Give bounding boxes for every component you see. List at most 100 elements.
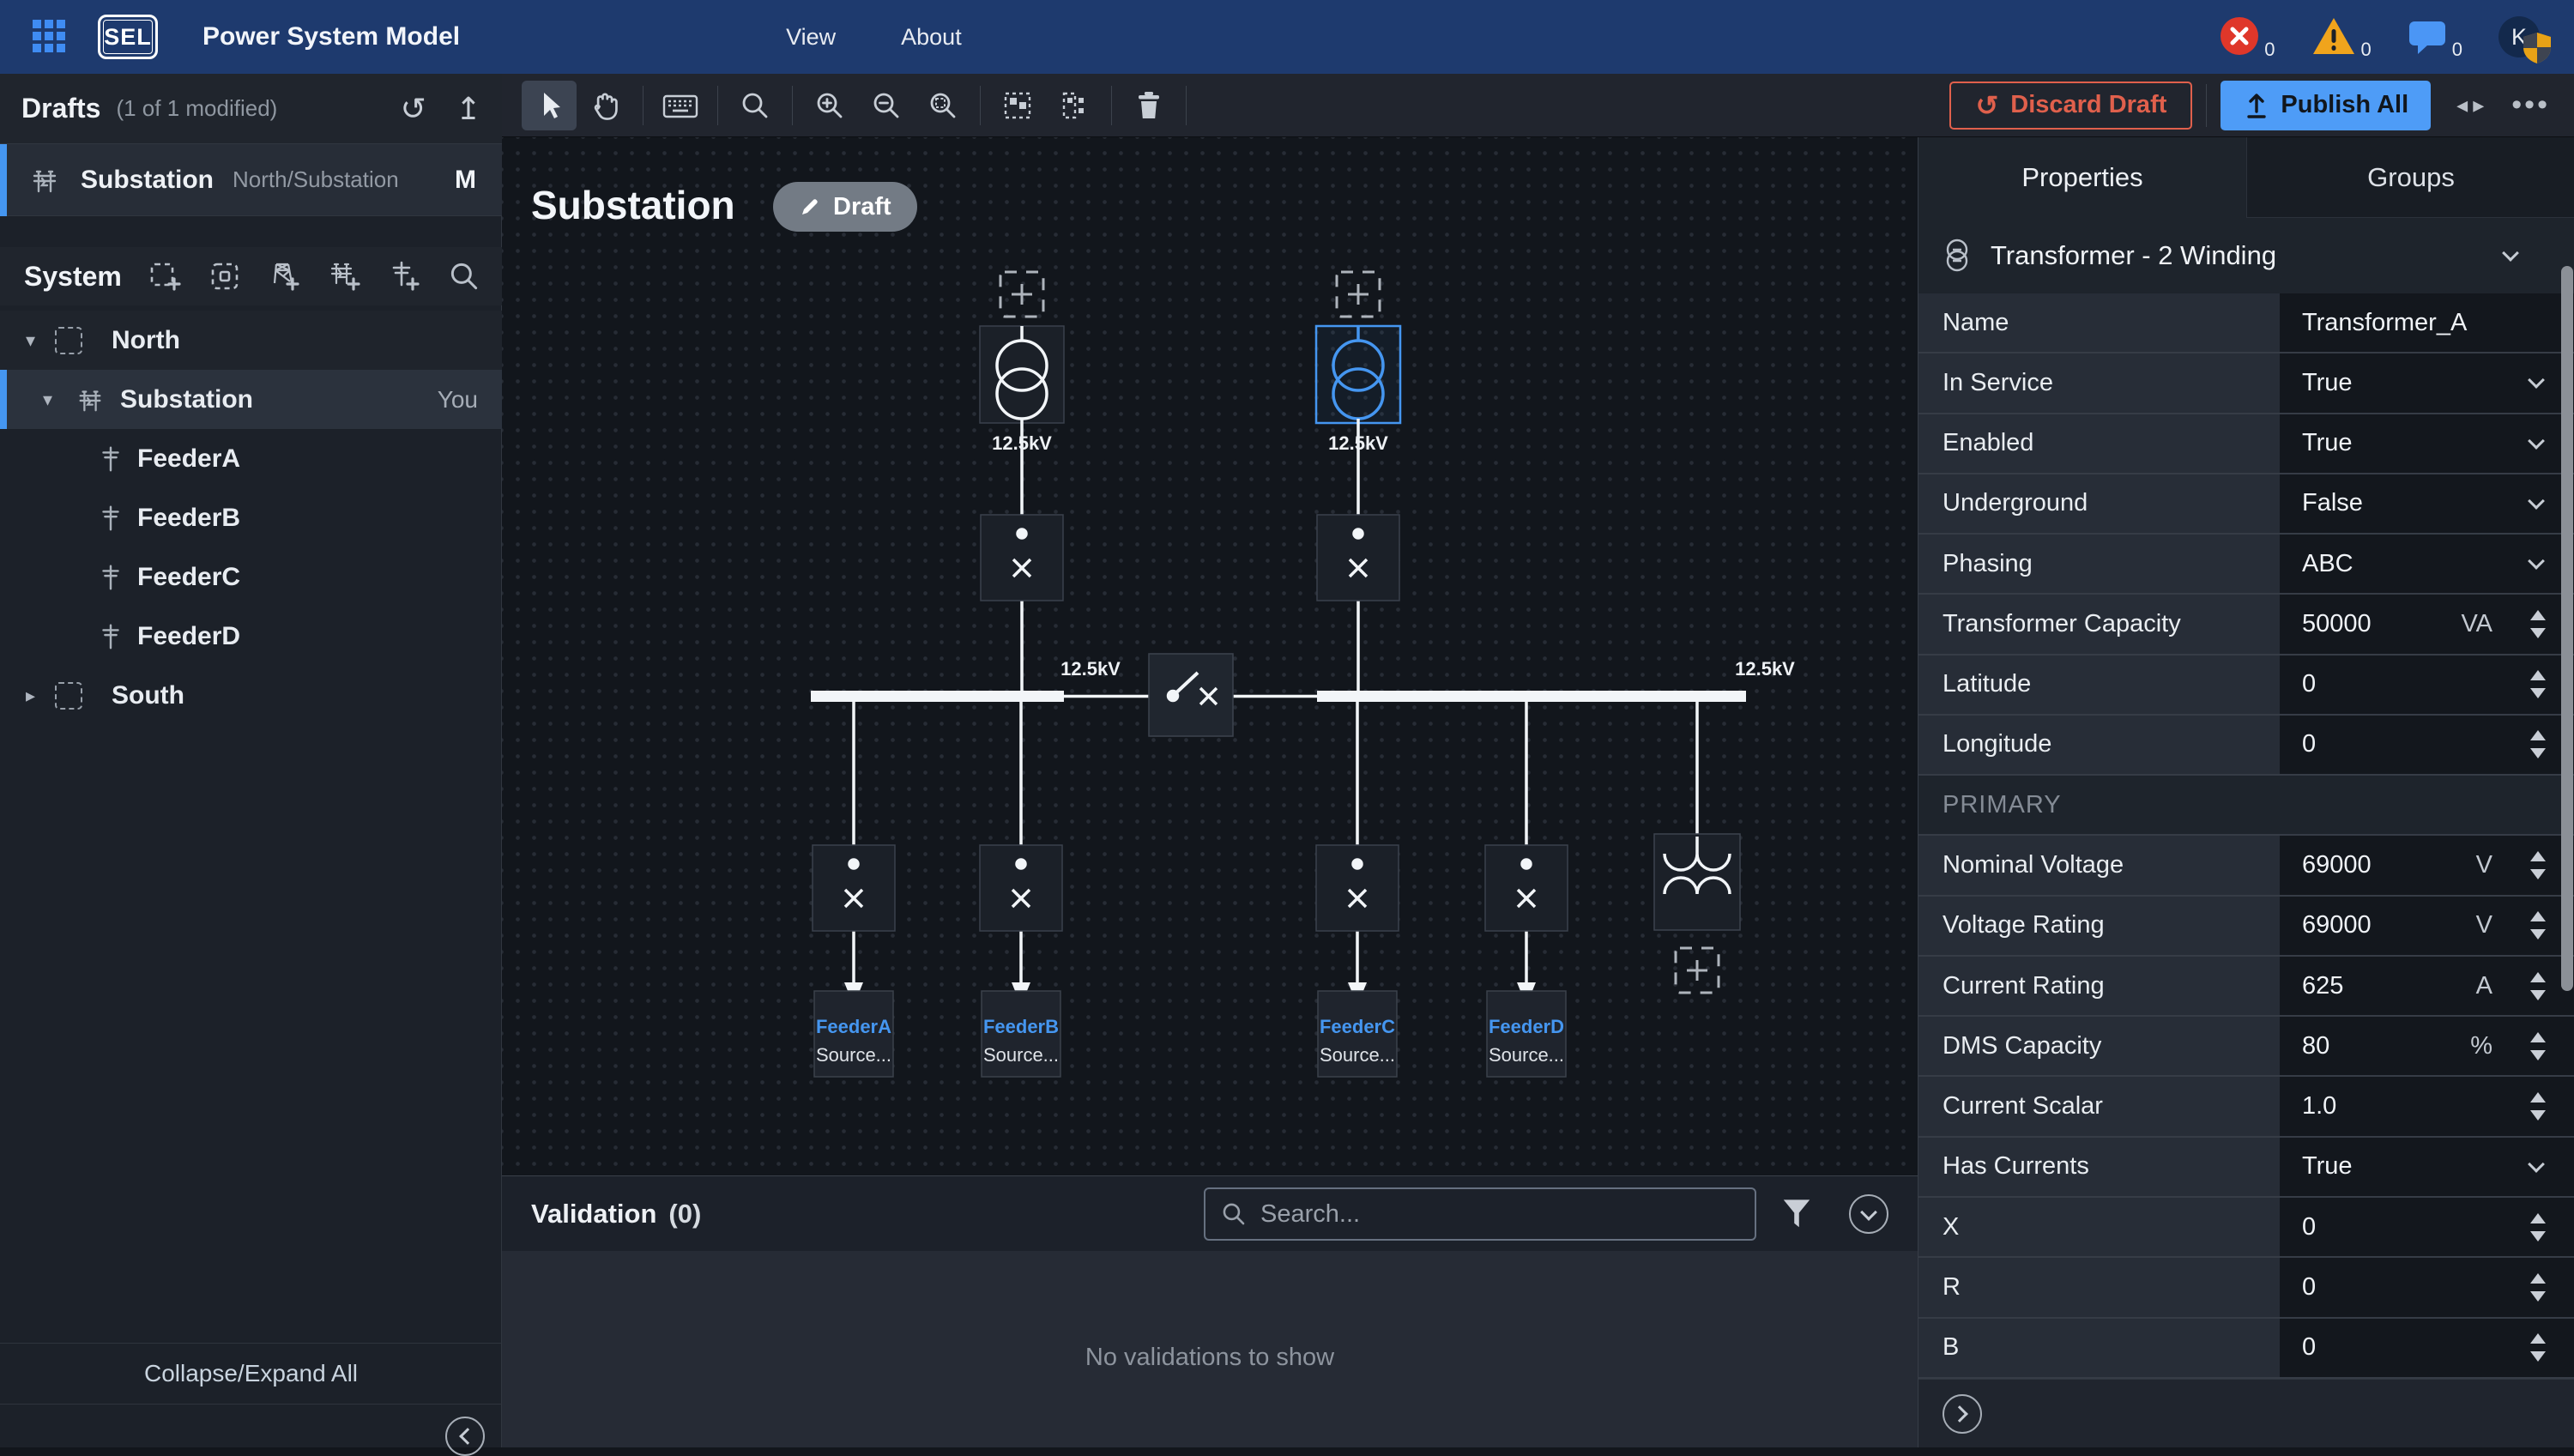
app-launcher-icon[interactable] xyxy=(33,20,67,54)
spinner-up-icon[interactable] xyxy=(2530,1032,2546,1042)
caret-right-icon[interactable]: ▸ xyxy=(26,685,35,707)
feeder-c-label[interactable]: FeederC xyxy=(1320,1016,1395,1037)
add-region-button[interactable] xyxy=(146,257,184,295)
property-value[interactable]: 50000 xyxy=(2302,610,2372,638)
zoom-fit-button[interactable] xyxy=(915,81,970,130)
feeder-terminals[interactable] xyxy=(814,991,1566,1077)
avatar[interactable]: K xyxy=(2498,16,2540,57)
caret-down-icon[interactable]: ▾ xyxy=(43,389,52,411)
property-value[interactable]: 1.0 xyxy=(2302,1092,2336,1121)
value-spinner[interactable] xyxy=(2530,610,2546,638)
spinner-up-icon[interactable] xyxy=(2530,972,2546,982)
spinner-down-icon[interactable] xyxy=(2530,748,2546,758)
property-value[interactable]: 80 xyxy=(2302,1032,2329,1060)
property-value[interactable]: True xyxy=(2302,369,2353,397)
property-value-field[interactable]: ABC xyxy=(2280,535,2574,595)
value-spinner[interactable] xyxy=(2530,1273,2546,1302)
value-spinner[interactable] xyxy=(2530,1032,2546,1060)
errors-button[interactable]: 0 xyxy=(2220,16,2275,56)
undo-all-icon[interactable]: ↺ xyxy=(401,91,426,127)
switch-transformer-b[interactable] xyxy=(1317,515,1399,601)
spinner-down-icon[interactable] xyxy=(2530,628,2546,638)
property-value[interactable]: True xyxy=(2302,1152,2353,1181)
collapse-validation-button[interactable] xyxy=(1849,1194,1888,1234)
spinner-down-icon[interactable] xyxy=(2530,688,2546,698)
tree-item-north[interactable]: ▾North xyxy=(0,311,502,370)
property-value-field[interactable]: 80% xyxy=(2280,1017,2574,1077)
collapse-sidebar-button[interactable] xyxy=(445,1417,485,1456)
collapse-expand-all-button[interactable]: Collapse/Expand All xyxy=(0,1343,502,1405)
search-tool-button[interactable] xyxy=(728,81,782,130)
tab-groups[interactable]: Groups xyxy=(2246,137,2574,218)
discard-draft-button[interactable]: ↺ Discard Draft xyxy=(1949,82,2192,130)
value-spinner[interactable] xyxy=(2530,972,2546,1000)
diagram-canvas[interactable]: Substation Draft xyxy=(502,137,1918,1175)
property-value[interactable]: 625 xyxy=(2302,972,2343,1000)
validation-search-box[interactable] xyxy=(1204,1187,1756,1241)
property-value-field[interactable]: 0 xyxy=(2280,716,2574,776)
publish-all-button[interactable]: Publish All xyxy=(2221,81,2431,130)
property-value-field[interactable]: 625A xyxy=(2280,957,2574,1017)
tree-item-south[interactable]: ▸South xyxy=(0,666,502,725)
tree-item-feederc[interactable]: FeederC xyxy=(0,547,502,607)
add-substation-button[interactable] xyxy=(326,257,364,295)
dropdown-chevron-icon[interactable] xyxy=(2528,492,2545,510)
property-value[interactable]: 69000 xyxy=(2302,851,2372,879)
tree-search-button[interactable] xyxy=(446,258,482,294)
feeder-switches[interactable] xyxy=(813,845,1568,931)
spinner-down-icon[interactable] xyxy=(2530,1231,2546,1242)
spinner-down-icon[interactable] xyxy=(2530,1351,2546,1362)
bus-right[interactable] xyxy=(1317,691,1746,702)
tab-properties[interactable]: Properties xyxy=(1918,137,2246,218)
zoom-in-button[interactable] xyxy=(802,81,857,130)
spinner-up-icon[interactable] xyxy=(2530,851,2546,861)
messages-button[interactable]: 0 xyxy=(2408,16,2462,56)
value-spinner[interactable] xyxy=(2530,1333,2546,1362)
tree-item-feedera[interactable]: FeederA xyxy=(0,429,502,488)
spinner-up-icon[interactable] xyxy=(2530,610,2546,620)
draft-item-substation[interactable]: Substation North/Substation M xyxy=(0,144,502,216)
property-value[interactable]: 0 xyxy=(2302,1213,2316,1242)
add-transmission-button[interactable] xyxy=(266,257,304,295)
spinner-down-icon[interactable] xyxy=(2530,929,2546,939)
tree-item-feederb[interactable]: FeederB xyxy=(0,488,502,547)
value-spinner[interactable] xyxy=(2530,1213,2546,1242)
fit-view-button[interactable] xyxy=(990,81,1045,130)
draft-nav-arrows[interactable]: ◂▸ xyxy=(2456,92,2489,118)
property-value[interactable]: Transformer_A xyxy=(2302,309,2467,337)
upload-icon[interactable]: ↥ xyxy=(456,91,481,127)
property-value-field[interactable]: True xyxy=(2280,414,2574,474)
property-value-field[interactable]: 1.0 xyxy=(2280,1077,2574,1137)
bus-left[interactable] xyxy=(811,691,1064,702)
spinner-down-icon[interactable] xyxy=(2530,869,2546,879)
spinner-up-icon[interactable] xyxy=(2530,1273,2546,1284)
property-value[interactable]: 69000 xyxy=(2302,911,2372,939)
property-value-field[interactable]: 0 xyxy=(2280,656,2574,716)
fit-selection-button[interactable] xyxy=(1047,81,1102,130)
tree-item-substation[interactable]: ▾SubstationYou xyxy=(0,370,502,429)
property-value[interactable]: ABC xyxy=(2302,550,2353,578)
add-feeder-button[interactable] xyxy=(386,257,424,295)
delete-button[interactable] xyxy=(1121,81,1176,130)
select-tool-button[interactable] xyxy=(522,81,577,130)
property-value-field[interactable]: False xyxy=(2280,474,2574,535)
value-spinner[interactable] xyxy=(2530,670,2546,698)
spinner-up-icon[interactable] xyxy=(2530,1213,2546,1223)
property-value-field[interactable]: True xyxy=(2280,353,2574,414)
more-options-button[interactable]: ••• xyxy=(2511,88,2550,122)
property-value[interactable]: 0 xyxy=(2302,1273,2316,1302)
value-spinner[interactable] xyxy=(2530,911,2546,939)
properties-object-header[interactable]: Transformer - 2 Winding xyxy=(1918,218,2574,293)
single-line-diagram[interactable]: 12.5kV 12.5kV 12.5kV 12.5kV FeederA Sour… xyxy=(502,137,1918,1175)
warnings-button[interactable]: 0 xyxy=(2311,16,2372,56)
keyboard-shortcuts-button[interactable] xyxy=(653,81,708,130)
zoom-out-button[interactable] xyxy=(859,81,914,130)
spinner-up-icon[interactable] xyxy=(2530,1333,2546,1344)
menu-view[interactable]: View xyxy=(786,24,836,51)
property-value-field[interactable]: 0 xyxy=(2280,1319,2574,1379)
property-value-field[interactable]: 0 xyxy=(2280,1258,2574,1318)
property-value[interactable]: 0 xyxy=(2302,1333,2316,1362)
feeder-b-label[interactable]: FeederB xyxy=(983,1016,1059,1037)
value-spinner[interactable] xyxy=(2530,1092,2546,1121)
feeder-a-label[interactable]: FeederA xyxy=(816,1016,891,1037)
